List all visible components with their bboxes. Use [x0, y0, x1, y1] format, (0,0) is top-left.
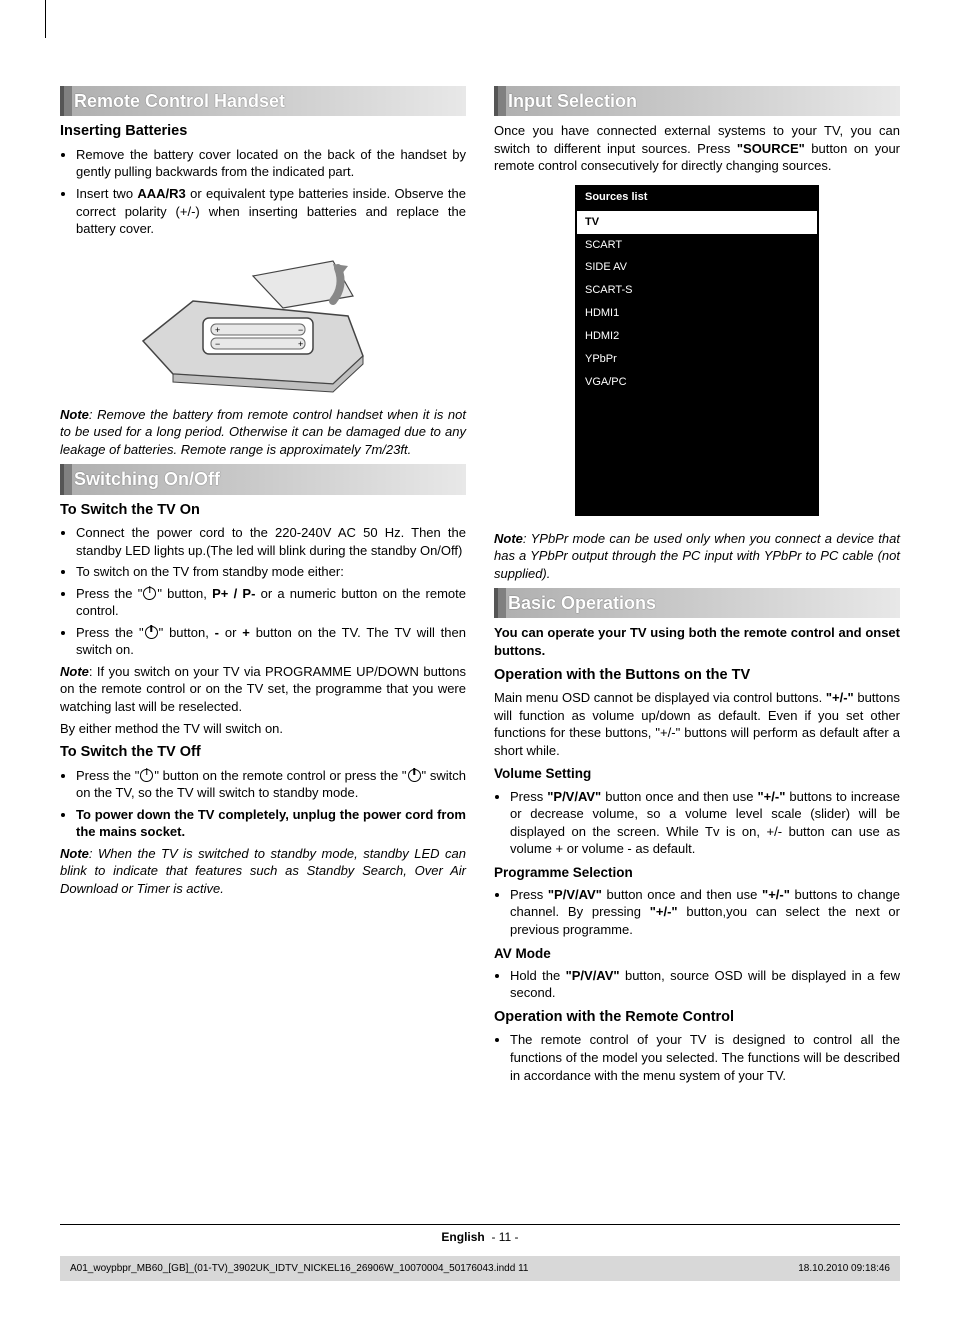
- section-heading: Switching On/Off: [60, 464, 466, 494]
- source-item: YPbPr: [577, 348, 817, 371]
- bullet-list: The remote control of your TV is designe…: [494, 1031, 900, 1084]
- body-text: By either method the TV will switch on.: [60, 720, 466, 738]
- heading-text: Input Selection: [508, 91, 637, 111]
- body-text: Once you have connected external systems…: [494, 122, 900, 175]
- body-text: Main menu OSD cannot be displayed via co…: [494, 689, 900, 759]
- bullet-item: Press the "" button on the remote contro…: [76, 767, 466, 802]
- bullet-item: To switch on the TV from standby mode ei…: [76, 563, 466, 581]
- bullet-list: Press the "" button on the remote contro…: [60, 767, 466, 841]
- body-text: You can operate your TV using both the r…: [494, 624, 900, 659]
- bullet-list: Remove the battery cover located on the …: [60, 146, 466, 238]
- power-icon: [145, 626, 158, 639]
- subheading: Programme Selection: [494, 864, 900, 882]
- bullet-item: Press "P/V/AV" button once and then use …: [510, 788, 900, 858]
- page: Remote Control Handset Inserting Batteri…: [0, 0, 960, 1321]
- svg-text:−: −: [215, 339, 220, 349]
- subheading: AV Mode: [494, 945, 900, 963]
- note-text: Note: If you switch on your TV via PROGR…: [60, 663, 466, 716]
- section-heading: Input Selection: [494, 86, 900, 116]
- source-item: SCART: [577, 234, 817, 257]
- source-item: HDMI1: [577, 302, 817, 325]
- bullet-item: The remote control of your TV is designe…: [510, 1031, 900, 1084]
- heading-text: Basic Operations: [508, 593, 656, 613]
- footer-file: A01_woypbpr_MB60_[GB]_(01-TV)_3902UK_IDT…: [70, 1262, 528, 1276]
- bullet-list: Hold the "P/V/AV" button, source OSD wil…: [494, 967, 900, 1002]
- footer-page-label: English - 11 -: [60, 1229, 900, 1245]
- heading-text: Remote Control Handset: [74, 91, 285, 111]
- battery-illustration: + − − +: [133, 246, 393, 396]
- section-heading: Remote Control Handset: [60, 86, 466, 116]
- subheading: Operation with the Remote Control: [494, 1008, 900, 1028]
- source-item: HDMI2: [577, 325, 817, 348]
- bullet-item: To power down the TV completely, unplug …: [76, 806, 466, 841]
- bullet-item: Connect the power cord to the 220-240V A…: [76, 524, 466, 559]
- note-text: Note: Remove the battery from remote con…: [60, 406, 466, 459]
- svg-text:+: +: [298, 339, 303, 349]
- footer-date: 18.10.2010 09:18:46: [798, 1262, 890, 1276]
- sources-title: Sources list: [577, 187, 817, 211]
- right-column: Input Selection Once you have connected …: [494, 80, 900, 1088]
- section-heading: Basic Operations: [494, 588, 900, 618]
- note-text: Note: YPbPr mode can be used only when y…: [494, 530, 900, 583]
- bullet-list: Press "P/V/AV" button once and then use …: [494, 886, 900, 939]
- two-column-layout: Remote Control Handset Inserting Batteri…: [60, 80, 900, 1088]
- bullet-item: Hold the "P/V/AV" button, source OSD wil…: [510, 967, 900, 1002]
- power-icon: [408, 769, 421, 782]
- note-text: Note: When the TV is switched to standby…: [60, 845, 466, 898]
- footer-rule: [60, 1224, 900, 1225]
- crop-mark: [45, 0, 46, 38]
- subheading: To Switch the TV On: [60, 501, 466, 521]
- footer-meta-bar: A01_woypbpr_MB60_[GB]_(01-TV)_3902UK_IDT…: [60, 1256, 900, 1282]
- power-icon: [140, 769, 153, 782]
- power-icon: [143, 587, 156, 600]
- page-footer: English - 11 - A01_woypbpr_MB60_[GB]_(01…: [60, 1218, 900, 1281]
- bullet-item: Press the "" button, - or + button on th…: [76, 624, 466, 659]
- bullet-item: Press the "" button, P+ / P- or a numeri…: [76, 585, 466, 620]
- left-column: Remote Control Handset Inserting Batteri…: [60, 80, 466, 1088]
- source-item-selected: TV: [577, 211, 817, 234]
- subheading: Volume Setting: [494, 765, 900, 783]
- heading-text: Switching On/Off: [74, 469, 220, 489]
- source-item: SIDE AV: [577, 256, 817, 279]
- sources-list-osd: Sources list TV SCART SIDE AV SCART-S HD…: [575, 185, 819, 516]
- subheading: Operation with the Buttons on the TV: [494, 666, 900, 686]
- bullet-list: Press "P/V/AV" button once and then use …: [494, 788, 900, 858]
- source-item: VGA/PC: [577, 371, 817, 394]
- bullet-item: Insert two AAA/R3 or equivalent type bat…: [76, 185, 466, 238]
- subheading: To Switch the TV Off: [60, 743, 466, 763]
- svg-text:−: −: [298, 325, 303, 335]
- bullet-item: Remove the battery cover located on the …: [76, 146, 466, 181]
- bullet-item: Press "P/V/AV" button once and then use …: [510, 886, 900, 939]
- battery-svg: + − − +: [133, 246, 393, 396]
- source-item: SCART-S: [577, 279, 817, 302]
- sources-empty-area: [577, 394, 817, 514]
- svg-text:+: +: [215, 325, 220, 335]
- bullet-list: Connect the power cord to the 220-240V A…: [60, 524, 466, 659]
- subheading: Inserting Batteries: [60, 122, 466, 142]
